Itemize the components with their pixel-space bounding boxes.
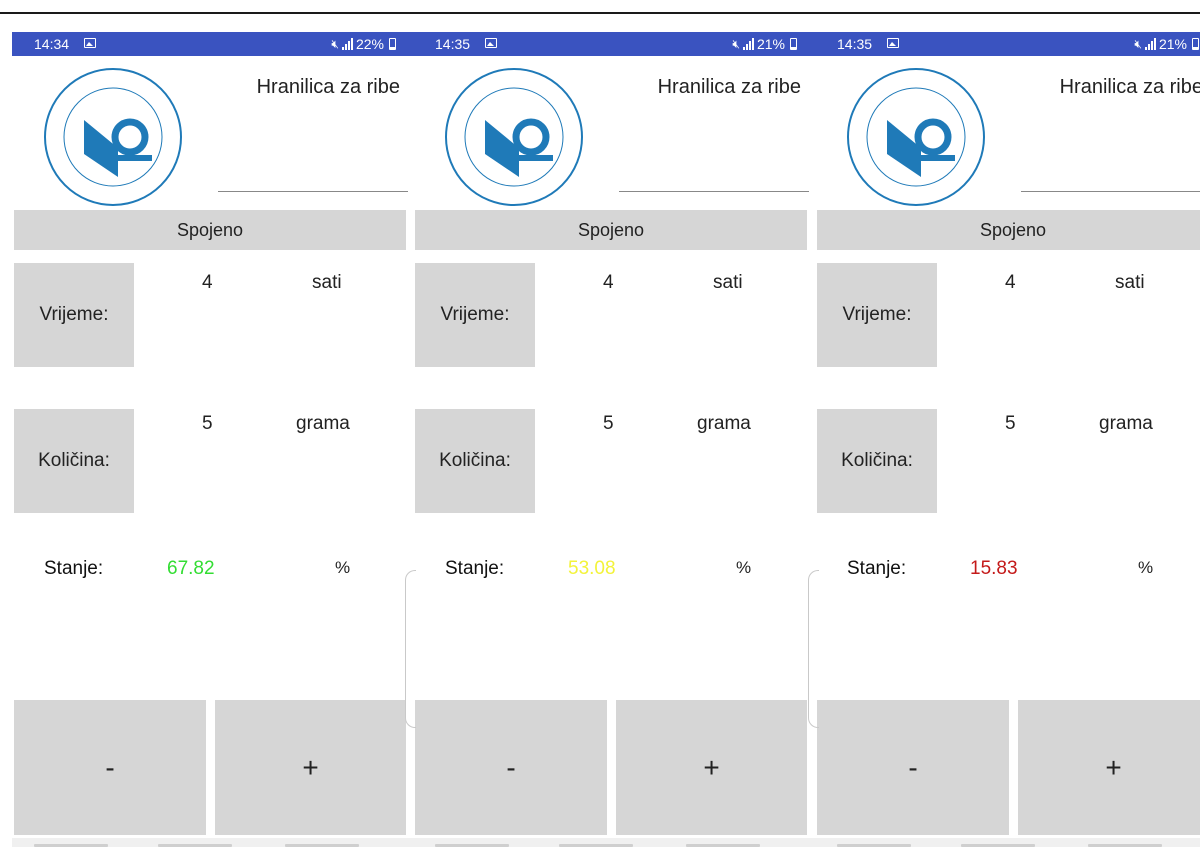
time-unit: sati	[713, 272, 743, 293]
quantity-label: Količina:	[14, 409, 134, 513]
signal-icon	[742, 38, 754, 50]
signal-icon	[1144, 38, 1156, 50]
decrease-button[interactable]: -	[415, 700, 607, 835]
phone-screen-3: 14:35 🔇︎ 21% Hranilica za ribe Spojeno V…	[815, 32, 1200, 847]
time-unit: sati	[1115, 272, 1145, 293]
time-label: Vrijeme:	[817, 263, 937, 367]
quantity-value: 5	[603, 413, 614, 434]
increase-button[interactable]: +	[616, 700, 807, 835]
time-unit: sati	[312, 272, 342, 293]
time-value: 4	[603, 272, 614, 293]
level-unit: %	[335, 558, 351, 577]
connection-status-button[interactable]: Spojeno	[415, 210, 807, 250]
status-right-group: 🔇︎ 21%	[1134, 36, 1199, 52]
battery-icon	[1192, 38, 1199, 50]
level-label: Stanje:	[847, 558, 907, 579]
app-title: Hranilica za ribe	[1059, 76, 1200, 98]
level-label: Stanje:	[445, 558, 505, 579]
connection-status-button[interactable]: Spojeno	[14, 210, 406, 250]
signal-icon	[341, 38, 353, 50]
gallery-notification-icon	[485, 38, 497, 48]
decrease-button[interactable]: -	[817, 700, 1009, 835]
increase-button[interactable]: +	[1018, 700, 1200, 835]
title-underline	[1021, 191, 1200, 192]
quantity-value: 5	[202, 413, 213, 434]
status-bar: 14:35 🔇︎ 21%	[815, 32, 1200, 56]
gallery-notification-icon	[887, 38, 899, 48]
navigation-bar	[12, 838, 414, 847]
edge-panel-handle[interactable]	[405, 570, 416, 728]
title-underline	[218, 191, 408, 192]
title-underline	[619, 191, 809, 192]
battery-icon	[790, 38, 797, 50]
mute-icon: 🔇︎	[1134, 36, 1142, 51]
quantity-value: 5	[1005, 413, 1016, 434]
phone-screen-1: 14:34 🔇︎ 22% Hranilica za ribe Spojeno V…	[12, 32, 414, 847]
level-value: 15.83	[970, 558, 1018, 579]
status-bar: 14:34 🔇︎ 22%	[12, 32, 414, 56]
quantity-label: Količina:	[817, 409, 937, 513]
status-bar: 14:35 🔇︎ 21%	[413, 32, 815, 56]
level-value: 67.82	[167, 558, 215, 579]
increase-button[interactable]: +	[215, 700, 406, 835]
navigation-bar	[413, 838, 815, 847]
status-right-group: 🔇︎ 21%	[732, 36, 797, 52]
quantity-label: Količina:	[415, 409, 535, 513]
status-time: 14:35	[837, 36, 873, 52]
battery-percent: 21%	[756, 36, 785, 52]
university-logo	[445, 68, 583, 206]
mute-icon: 🔇︎	[732, 36, 740, 51]
status-time: 14:35	[435, 36, 471, 52]
app-title: Hranilica za ribe	[657, 76, 801, 98]
edge-panel-handle[interactable]	[808, 570, 819, 728]
quantity-unit: grama	[697, 413, 751, 434]
phone-screen-2: 14:35 🔇︎ 21% Hranilica za ribe Spojeno V…	[413, 32, 815, 847]
level-label: Stanje:	[44, 558, 104, 579]
time-label: Vrijeme:	[14, 263, 134, 367]
time-value: 4	[202, 272, 213, 293]
battery-percent: 22%	[355, 36, 384, 52]
university-logo	[847, 68, 985, 206]
time-label: Vrijeme:	[415, 263, 535, 367]
battery-icon	[389, 38, 396, 50]
quantity-unit: grama	[1099, 413, 1153, 434]
status-right-group: 🔇︎ 22%	[331, 36, 396, 52]
level-unit: %	[1138, 558, 1154, 577]
app-title: Hranilica za ribe	[256, 76, 400, 98]
level-unit: %	[736, 558, 752, 577]
university-logo	[44, 68, 182, 206]
gallery-notification-icon	[84, 38, 96, 48]
quantity-unit: grama	[296, 413, 350, 434]
status-time: 14:34	[34, 36, 70, 52]
connection-status-button[interactable]: Spojeno	[817, 210, 1200, 250]
battery-percent: 21%	[1158, 36, 1187, 52]
level-value: 53.08	[568, 558, 616, 579]
navigation-bar	[815, 838, 1200, 847]
screenshots-row: 14:34 🔇︎ 22% Hranilica za ribe Spojeno V…	[12, 32, 1200, 847]
time-value: 4	[1005, 272, 1016, 293]
decrease-button[interactable]: -	[14, 700, 206, 835]
mute-icon: 🔇︎	[331, 36, 339, 51]
top-border-line	[0, 12, 1200, 14]
